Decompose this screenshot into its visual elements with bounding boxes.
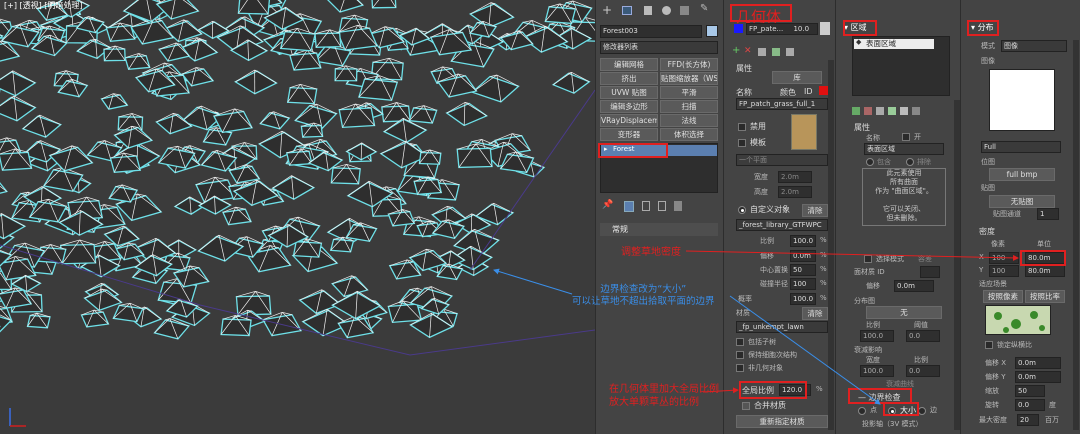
annotation-global-scale: 在几何体里加大全局比例 放大单颗草丛的比例 bbox=[609, 384, 719, 408]
annotation-boundary: 边界检查改为“大小” 可以让草地不超出拾取平面的边界 bbox=[572, 284, 715, 307]
annotation-arrows bbox=[493, 250, 1019, 405]
annotation-density: 调整草地密度 bbox=[621, 247, 681, 258]
